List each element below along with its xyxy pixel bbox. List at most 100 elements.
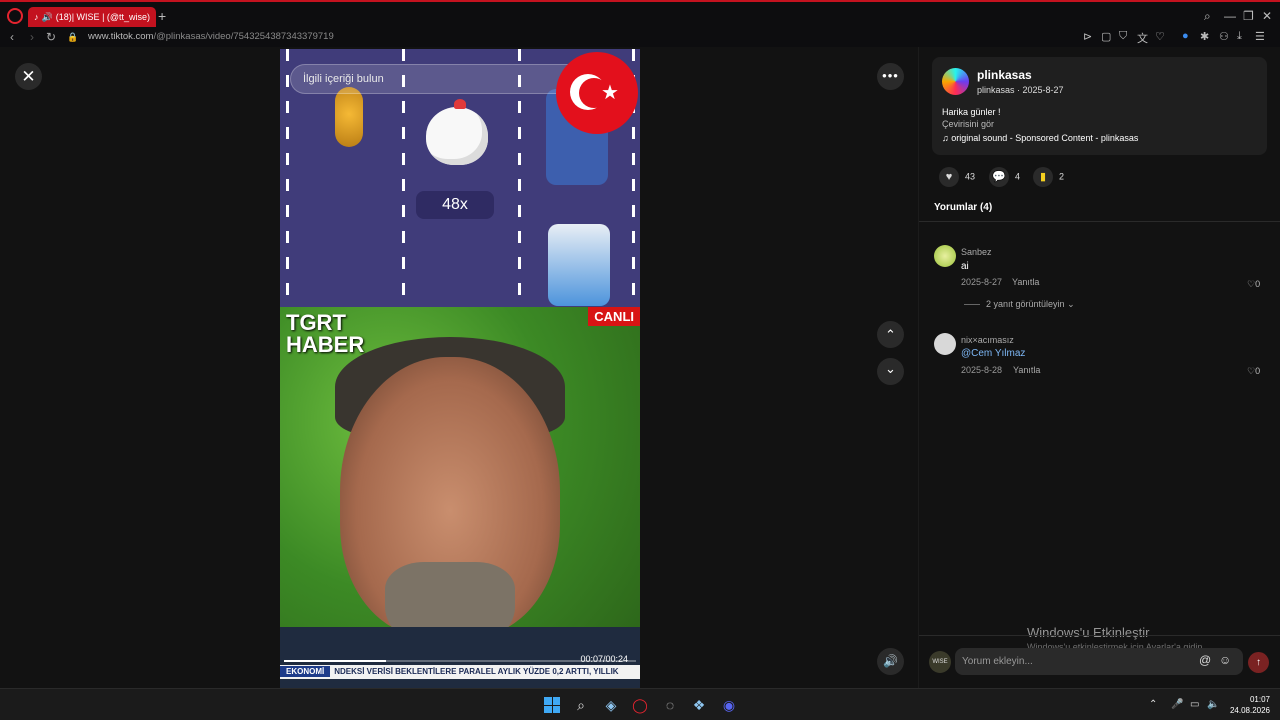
- comment-action[interactable]: 💬 4: [989, 167, 1020, 187]
- reload-icon[interactable]: ↻: [46, 30, 56, 44]
- comment-avatar[interactable]: [934, 333, 956, 355]
- reply-button[interactable]: Yanıtla: [1013, 365, 1040, 375]
- car-image: [548, 224, 610, 306]
- windows-taskbar: ⌕ ◈ ◯ ◌ ❖ ◉ ⌃ 🎤 ▭ 🔈 01:07 24.08.2026: [0, 688, 1280, 720]
- next-video-button[interactable]: ⌄: [877, 358, 904, 385]
- game-frame: 48x İlgili içeriği bulun ★: [280, 49, 640, 307]
- channel-logo: TGRT HABER: [286, 312, 364, 356]
- download-icon[interactable]: ⤓: [1237, 30, 1242, 43]
- post-caption: Harika günler !: [942, 107, 1001, 117]
- app-icon[interactable]: ◌: [661, 696, 679, 714]
- audio-playing-icon[interactable]: 🔊: [42, 12, 53, 23]
- live-badge: CANLI: [588, 307, 640, 326]
- lane-divider: [286, 49, 289, 307]
- comment-text[interactable]: @Cem Yılmaz: [961, 348, 1025, 359]
- like-action[interactable]: ♥ 43: [939, 167, 975, 187]
- heart-outline-icon: ♡: [1247, 366, 1256, 376]
- easy-setup-icon[interactable]: ☰: [1255, 30, 1265, 43]
- news-frame: TGRT HABER CANLI 00:07/00:24 EKONOMİ NDEK…: [280, 307, 640, 688]
- send-button[interactable]: ↑: [1248, 652, 1269, 673]
- new-tab-button[interactable]: +: [158, 8, 166, 24]
- coin-image: [335, 87, 363, 147]
- address-bar: ‹ › ↻ 🔒 www.tiktok.com/@plinkasas/video/…: [0, 29, 1280, 47]
- bookmark-icon: ▮: [1033, 167, 1053, 187]
- snapshot-icon[interactable]: ▢: [1101, 30, 1111, 43]
- system-clock[interactable]: 01:07 24.08.2026: [1224, 694, 1270, 716]
- comment-like[interactable]: ♡0: [1247, 279, 1260, 290]
- back-icon[interactable]: ‹: [10, 30, 14, 44]
- comment-like-count: 0: [1255, 366, 1261, 376]
- video-player[interactable]: 48x İlgili içeriği bulun ★ TGRT HABER CA…: [280, 49, 640, 688]
- timecode: 00:07/00:24: [580, 654, 628, 664]
- comment-like-count: 0: [1255, 279, 1261, 289]
- lock-icon: 🔒: [67, 32, 79, 42]
- user-avatar: WISE: [929, 651, 951, 673]
- discord-icon[interactable]: ◉: [720, 696, 738, 714]
- emoji-icon[interactable]: ☺: [1219, 653, 1231, 667]
- profile-icon[interactable]: ⚇: [1219, 30, 1229, 43]
- post-meta: plinkasas · 2025-8-27: [977, 85, 1064, 95]
- tab-title: (18)| WISE | (@tt_wise): [55, 12, 151, 22]
- minimize-icon[interactable]: —: [1224, 9, 1236, 23]
- vpn-icon[interactable]: ●: [1182, 30, 1189, 42]
- shield-icon[interactable]: ⛉: [1119, 30, 1127, 43]
- steam-icon[interactable]: ◈: [602, 696, 620, 714]
- save-action[interactable]: ▮ 2: [1033, 167, 1064, 187]
- url-field[interactable]: www.tiktok.com/@plinkasas/video/75432543…: [88, 31, 334, 42]
- extensions-icon[interactable]: ✱: [1200, 30, 1209, 43]
- network-app-icon[interactable]: ❖: [690, 696, 708, 714]
- author-name[interactable]: plinkasas: [977, 68, 1032, 82]
- news-ticker: EKONOMİ NDEKSİ VERİSİ BEKLENTİLERE PARALE…: [280, 665, 640, 679]
- opera-logo-icon[interactable]: [7, 8, 23, 24]
- opera-icon[interactable]: ◯: [631, 696, 649, 714]
- progress-fill: [284, 660, 387, 662]
- translate-icon[interactable]: 文: [1137, 30, 1148, 46]
- more-options-button[interactable]: •••: [877, 63, 904, 90]
- pin-icon[interactable]: ⊳: [1083, 30, 1092, 43]
- view-replies-label: 2 yanıt görüntüleyin: [986, 299, 1065, 309]
- comment-like[interactable]: ♡0: [1247, 366, 1260, 377]
- mention-icon[interactable]: @: [1199, 653, 1211, 667]
- close-button[interactable]: ✕: [15, 63, 42, 90]
- channel-name: TGRT HABER: [286, 310, 365, 357]
- close-window-icon[interactable]: ✕: [1262, 9, 1272, 23]
- chicken-image: [426, 99, 488, 165]
- windows-start-icon[interactable]: [544, 697, 560, 713]
- star-icon: ★: [601, 82, 619, 104]
- ticker-text: NDEKSİ VERİSİ BEKLENTİLERE PARALEL AYLIK…: [334, 667, 619, 676]
- comment-input-bar: WISE @ ☺ ↑: [919, 635, 1280, 688]
- replies-line: [964, 304, 980, 306]
- comment-date: 2025-8-28: [961, 365, 1003, 375]
- comment-icon: 💬: [989, 167, 1009, 187]
- reply-button[interactable]: Yanıtla: [1012, 277, 1039, 287]
- author-avatar[interactable]: [942, 68, 969, 95]
- comment-username[interactable]: nix×acımasız: [961, 335, 1014, 345]
- forward-icon[interactable]: ›: [30, 30, 34, 44]
- heart-icon: ♥: [939, 167, 959, 187]
- sound-link[interactable]: ♫ original sound - Sponsored Content - p…: [942, 133, 1138, 143]
- comment-avatar[interactable]: [934, 245, 956, 267]
- comment-text: ai: [961, 261, 969, 272]
- view-replies-button[interactable]: 2 yanıt görüntüleyin ⌄: [964, 299, 1075, 310]
- heart-outline-icon: ♡: [1247, 279, 1256, 289]
- comments-panel: plinkasas plinkasas · 2025-8-27 Harika g…: [918, 47, 1280, 688]
- active-tab[interactable]: ♪ 🔊 (18)| WISE | (@tt_wise): [28, 7, 156, 27]
- search-tabs-icon[interactable]: ⌕: [1204, 9, 1211, 24]
- chevron-up-icon[interactable]: ⌃: [1149, 699, 1157, 710]
- url-host: www.tiktok.com: [88, 31, 154, 42]
- save-count: 2: [1059, 171, 1065, 182]
- see-translation-link[interactable]: Çevirisini gör: [942, 119, 994, 129]
- comment-username[interactable]: Sanbez: [961, 247, 992, 257]
- heart-icon[interactable]: ♡: [1155, 30, 1165, 43]
- microphone-icon[interactable]: 🎤: [1171, 699, 1183, 710]
- previous-video-button[interactable]: ⌃: [877, 321, 904, 348]
- clock-date: 24.08.2026: [1229, 706, 1270, 715]
- search-icon[interactable]: ⌕: [572, 696, 590, 714]
- speaker-icon[interactable]: 🔈: [1207, 699, 1219, 710]
- tiktok-icon: ♪: [34, 12, 39, 22]
- comments-title: Yorumlar (4): [934, 202, 993, 213]
- url-path: /@plinkasas/video/7543254387343379719: [153, 31, 334, 42]
- volume-button[interactable]: 🔊: [877, 648, 904, 675]
- display-icon[interactable]: ▭: [1190, 699, 1199, 710]
- restore-icon[interactable]: ❐: [1243, 9, 1254, 23]
